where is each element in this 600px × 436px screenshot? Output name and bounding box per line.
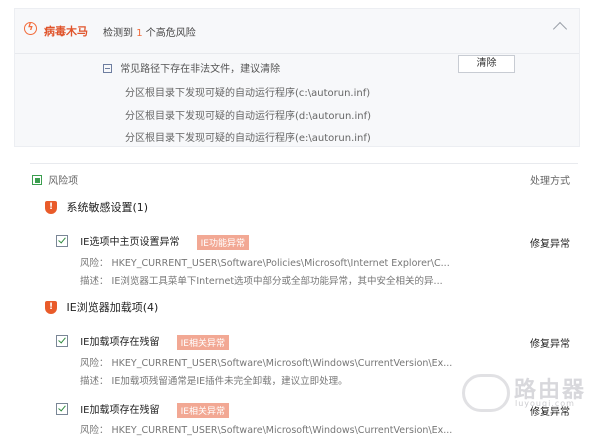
item-description: 描述： IE加载项残留通常是IE插件未完全卸载，建议立即处理。 [80,376,348,387]
virus-title: 病毒木马 [44,25,88,38]
item-title: IE加载项存在残留 [80,405,160,416]
virus-header[interactable]: ϟ 病毒木马 检测到 1 个高危风险 [15,9,579,54]
detect-prefix: 检测到 [103,28,133,39]
item-title: IE加载项存在残留 [80,337,160,348]
path-message-row: 常见路径下存在非法文件，建议清除 [103,60,280,75]
fix-action-link[interactable]: 修复异常 [530,235,570,250]
item-checkbox[interactable] [56,403,68,415]
category-ie-addons[interactable]: ! IE浏览器加载项(4) [45,299,158,315]
autorun-item: 分区根目录下发现可疑的自动运行程序(c:\autorun.inf) [125,88,371,99]
item-checkbox[interactable] [56,335,68,347]
risk-item: IE加载项存在残留 IE相关异常 [56,333,229,350]
category-label: 系统敏感设置(1) [66,201,149,214]
virus-panel: ϟ 病毒木马 检测到 1 个高危风险 常见路径下存在非法文件，建议清除 清除 分… [14,8,580,147]
collapse-minus-icon[interactable] [103,63,112,73]
lightning-icon: ϟ [24,22,37,35]
shield-warning-icon: ! [45,300,57,314]
divider [30,163,578,164]
category-label: IE浏览器加载项(4) [66,301,159,314]
autorun-item: 分区根目录下发现可疑的自动运行程序(e:\autorun.inf) [125,133,371,144]
fix-action-link[interactable]: 修复异常 [530,335,570,350]
shield-warning-icon: ! [45,200,57,214]
select-all-checkbox[interactable] [32,175,42,185]
item-tag: IE相关异常 [176,334,229,350]
path-message: 常见路径下存在非法文件，建议清除 [120,64,281,75]
category-system-settings[interactable]: ! 系统敏感设置(1) [45,199,148,215]
autorun-item: 分区根目录下发现可疑的自动运行程序(d:\autorun.inf) [125,111,371,122]
clear-button[interactable]: 清除 [458,55,515,73]
item-description: 描述： IE浏览器工具菜单下Internet选项中部分或全部功能异常，其中安全相… [80,276,443,287]
process-header: 处理方式 [530,176,570,187]
watermark-sub: luyouqi.com [515,399,575,408]
detect-suffix: 个高危风险 [145,28,196,39]
risk-item: IE加载项存在残留 IE相关异常 [56,401,229,418]
item-tag: IE功能异常 [196,234,249,250]
risk-header-label: 风险项 [48,176,79,187]
risk-item: IE选项中主页设置异常 IE功能异常 [56,233,249,250]
item-risk-path: 风险： HKEY_CURRENT_USER\Software\Policies\… [80,258,450,269]
router-logo-icon [462,374,510,412]
risk-header: 风险项 [32,172,78,187]
item-tag: IE相关异常 [176,402,229,418]
item-risk-path: 风险： HKEY_CURRENT_USER\Software\Microsoft… [80,358,453,369]
detect-summary: 检测到 1 个高危风险 [103,24,196,39]
item-checkbox[interactable] [56,235,68,247]
detect-count: 1 [136,28,143,39]
item-title: IE选项中主页设置异常 [80,237,180,248]
chevron-up-icon[interactable] [552,21,568,37]
